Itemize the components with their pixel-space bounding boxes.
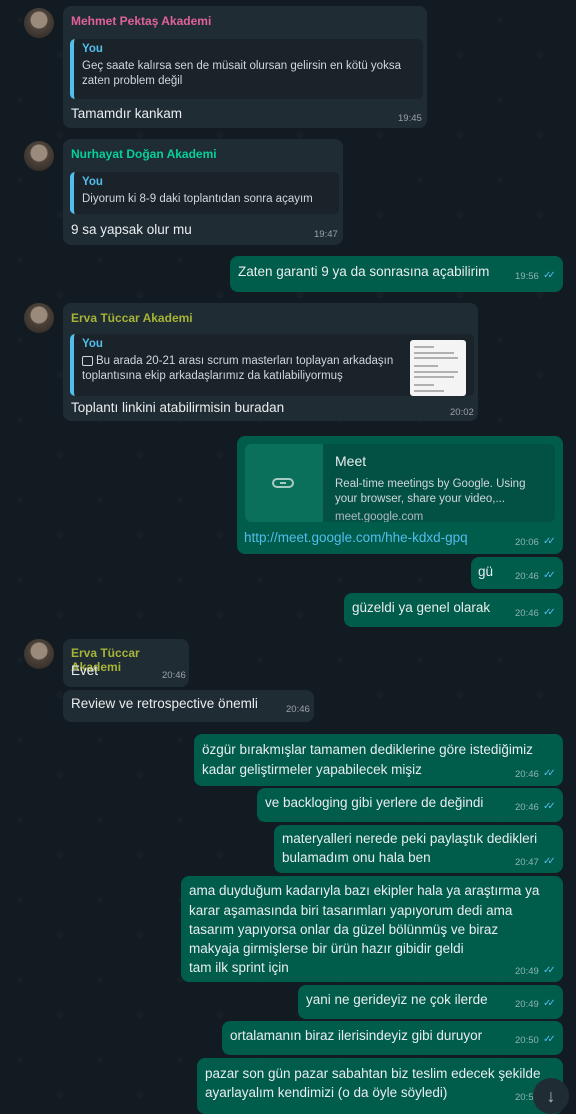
quote-text-line: Bu arada 20-21 arası scrum masterları to…: [96, 355, 394, 367]
message-time: 20:46: [515, 802, 539, 813]
message-text: yani ne gerideyiz ne çok ilerde: [306, 992, 488, 1007]
quote-text-line: Geç saate kalırsa sen de müsait olursan …: [82, 60, 401, 72]
outgoing-message[interactable]: ama duyduğum kadarıyla bazı ekipler hala…: [181, 876, 563, 982]
message-text: özgür bırakmışlar tamamen dediklerine gö…: [202, 742, 533, 757]
double-check-icon: ✓✓: [543, 536, 556, 547]
quote-text-line: toplantısına ekip arkadaşlarımız da katı…: [82, 370, 343, 382]
quoted-message[interactable]: You Bu arada 20-21 arası scrum masterlar…: [70, 334, 474, 396]
message-text: ortalamanın biraz ilerisindeyiz gibi dur…: [230, 1028, 483, 1043]
quoted-message[interactable]: You Diyorum ki 8-9 daki toplantıdan sonr…: [70, 172, 339, 214]
outgoing-message[interactable]: pazar son gün pazar sabahtan biz teslim …: [197, 1058, 563, 1114]
double-check-icon: ✓✓: [543, 570, 556, 581]
link-icon: [272, 478, 294, 488]
message-text: materyalleri nerede peki paylaştık dedik…: [282, 831, 538, 846]
double-check-icon: ✓✓: [543, 1034, 556, 1045]
double-check-icon: ✓✓: [543, 607, 556, 618]
message-time: 20:49: [515, 999, 539, 1010]
quote-text-line: zaten problem değil: [82, 75, 183, 87]
outgoing-message[interactable]: ve backloging gibi yerlere de değindi 20…: [257, 788, 563, 822]
message-text: Toplantı linkini atabilirmisin buradan: [71, 400, 285, 415]
incoming-message[interactable]: Review ve retrospective önemli 20:46: [63, 690, 314, 722]
message-link[interactable]: http://meet.google.com/hhe-kdxd-gpq: [244, 528, 468, 548]
sender-name: Mehmet Pektaş Akademi: [71, 14, 212, 28]
message-text: gü: [478, 564, 494, 579]
outgoing-message[interactable]: gü 20:46 ✓✓: [471, 557, 563, 589]
quote-text-line: Diyorum ki 8-9 daki toplantıdan sonra aç…: [82, 193, 313, 205]
quote-author: You: [82, 176, 103, 188]
incoming-message[interactable]: Mehmet Pektaş Akademi You Geç saate kalı…: [63, 6, 427, 128]
double-check-icon: ✓✓: [543, 965, 556, 976]
message-time: 20:47: [515, 857, 539, 868]
double-check-icon: ✓✓: [543, 998, 556, 1009]
message-time: 20:50: [515, 1035, 539, 1046]
quote-thumbnail: [410, 340, 466, 396]
double-check-icon: ✓✓: [543, 270, 556, 281]
outgoing-message[interactable]: ortalamanın biraz ilerisindeyiz gibi dur…: [222, 1021, 563, 1055]
outgoing-message[interactable]: Zaten garanti 9 ya da sonrasına açabilir…: [230, 256, 563, 292]
incoming-message[interactable]: Erva Tüccar Akademi Evet 20:46: [63, 639, 189, 687]
message-time: 19:45: [398, 113, 422, 124]
message-time: 20:46: [515, 571, 539, 582]
message-text: kadar geliştirmeler yapabilecek mişiz: [202, 762, 422, 777]
message-time: 20:06: [515, 537, 539, 548]
message-text: makyaja girmişlerse bir ürün hazır gibid…: [189, 941, 464, 956]
arrow-down-icon: ↓: [546, 1086, 556, 1106]
message-text: tasarım yapıyorsa onlar da güzel bölünmü…: [189, 922, 499, 937]
message-text: tam ilk sprint için: [189, 960, 289, 975]
message-text: güzeldi ya genel olarak: [352, 600, 491, 615]
outgoing-message[interactable]: özgür bırakmışlar tamamen dediklerine gö…: [194, 734, 563, 786]
avatar[interactable]: [24, 639, 54, 669]
link-preview-thumbnail: [245, 444, 323, 522]
message-text: karar aşamasında biri tasarımları yapıyo…: [189, 903, 513, 918]
outgoing-link-message[interactable]: Meet Real-time meetings by Google. Using…: [237, 436, 563, 554]
message-time: 20:02: [450, 407, 474, 418]
avatar[interactable]: [24, 303, 54, 333]
double-check-icon: ✓✓: [543, 768, 556, 779]
preview-title: Meet: [335, 453, 367, 469]
message-time: 20:46: [162, 670, 186, 681]
avatar[interactable]: [24, 8, 54, 38]
incoming-message[interactable]: Nurhayat Doğan Akademi You Diyorum ki 8-…: [63, 139, 343, 245]
message-text: bulamadım onu hala ben: [282, 850, 431, 865]
double-check-icon: ✓✓: [543, 801, 556, 812]
outgoing-message[interactable]: yani ne gerideyiz ne çok ilerde 20:49 ✓✓: [298, 985, 563, 1019]
quote-author: You: [82, 43, 103, 55]
message-text: ayarlayalım kendimizi (o da öyle söyledi…: [205, 1085, 448, 1100]
message-text: Zaten garanti 9 ya da sonrasına açabilir…: [238, 264, 490, 279]
outgoing-message[interactable]: güzeldi ya genel olarak 20:46 ✓✓: [344, 593, 563, 627]
message-time: 20:49: [515, 966, 539, 977]
message-time: 19:56: [515, 271, 539, 282]
message-text: Review ve retrospective önemli: [71, 696, 258, 711]
message-time: 20:46: [515, 608, 539, 619]
quote-author: You: [82, 338, 103, 350]
link-preview[interactable]: Meet Real-time meetings by Google. Using…: [245, 444, 555, 522]
message-text: ve backloging gibi yerlere de değindi: [265, 795, 484, 810]
message-text: Tamamdır kankam: [71, 106, 183, 121]
message-time: 19:47: [314, 229, 338, 240]
message-time: 20:46: [286, 704, 310, 715]
avatar[interactable]: [24, 141, 54, 171]
preview-description: Real-time meetings by Google. Using: [335, 478, 526, 490]
sender-name: Erva Tüccar Akademi: [71, 311, 193, 325]
photo-icon: [82, 356, 93, 366]
incoming-message[interactable]: Erva Tüccar Akademi You Bu arada 20-21 a…: [63, 303, 478, 421]
preview-domain: meet.google.com: [335, 511, 424, 522]
message-time: 20:46: [515, 769, 539, 780]
message-text: 9 sa yapsak olur mu: [71, 222, 192, 237]
message-text: pazar son gün pazar sabahtan biz teslim …: [205, 1066, 541, 1081]
double-check-icon: ✓✓: [543, 856, 556, 867]
sender-name: Nurhayat Doğan Akademi: [71, 147, 217, 161]
message-time: 20:5: [515, 1092, 534, 1103]
preview-description: your browser, share your video,...: [335, 493, 506, 505]
quoted-message[interactable]: You Geç saate kalırsa sen de müsait olur…: [70, 39, 423, 99]
message-text: Evet: [71, 663, 99, 678]
outgoing-message[interactable]: materyalleri nerede peki paylaştık dedik…: [274, 825, 563, 873]
message-text: ama duyduğum kadarıyla bazı ekipler hala…: [189, 883, 540, 898]
scroll-to-bottom-button[interactable]: ↓: [533, 1078, 569, 1114]
